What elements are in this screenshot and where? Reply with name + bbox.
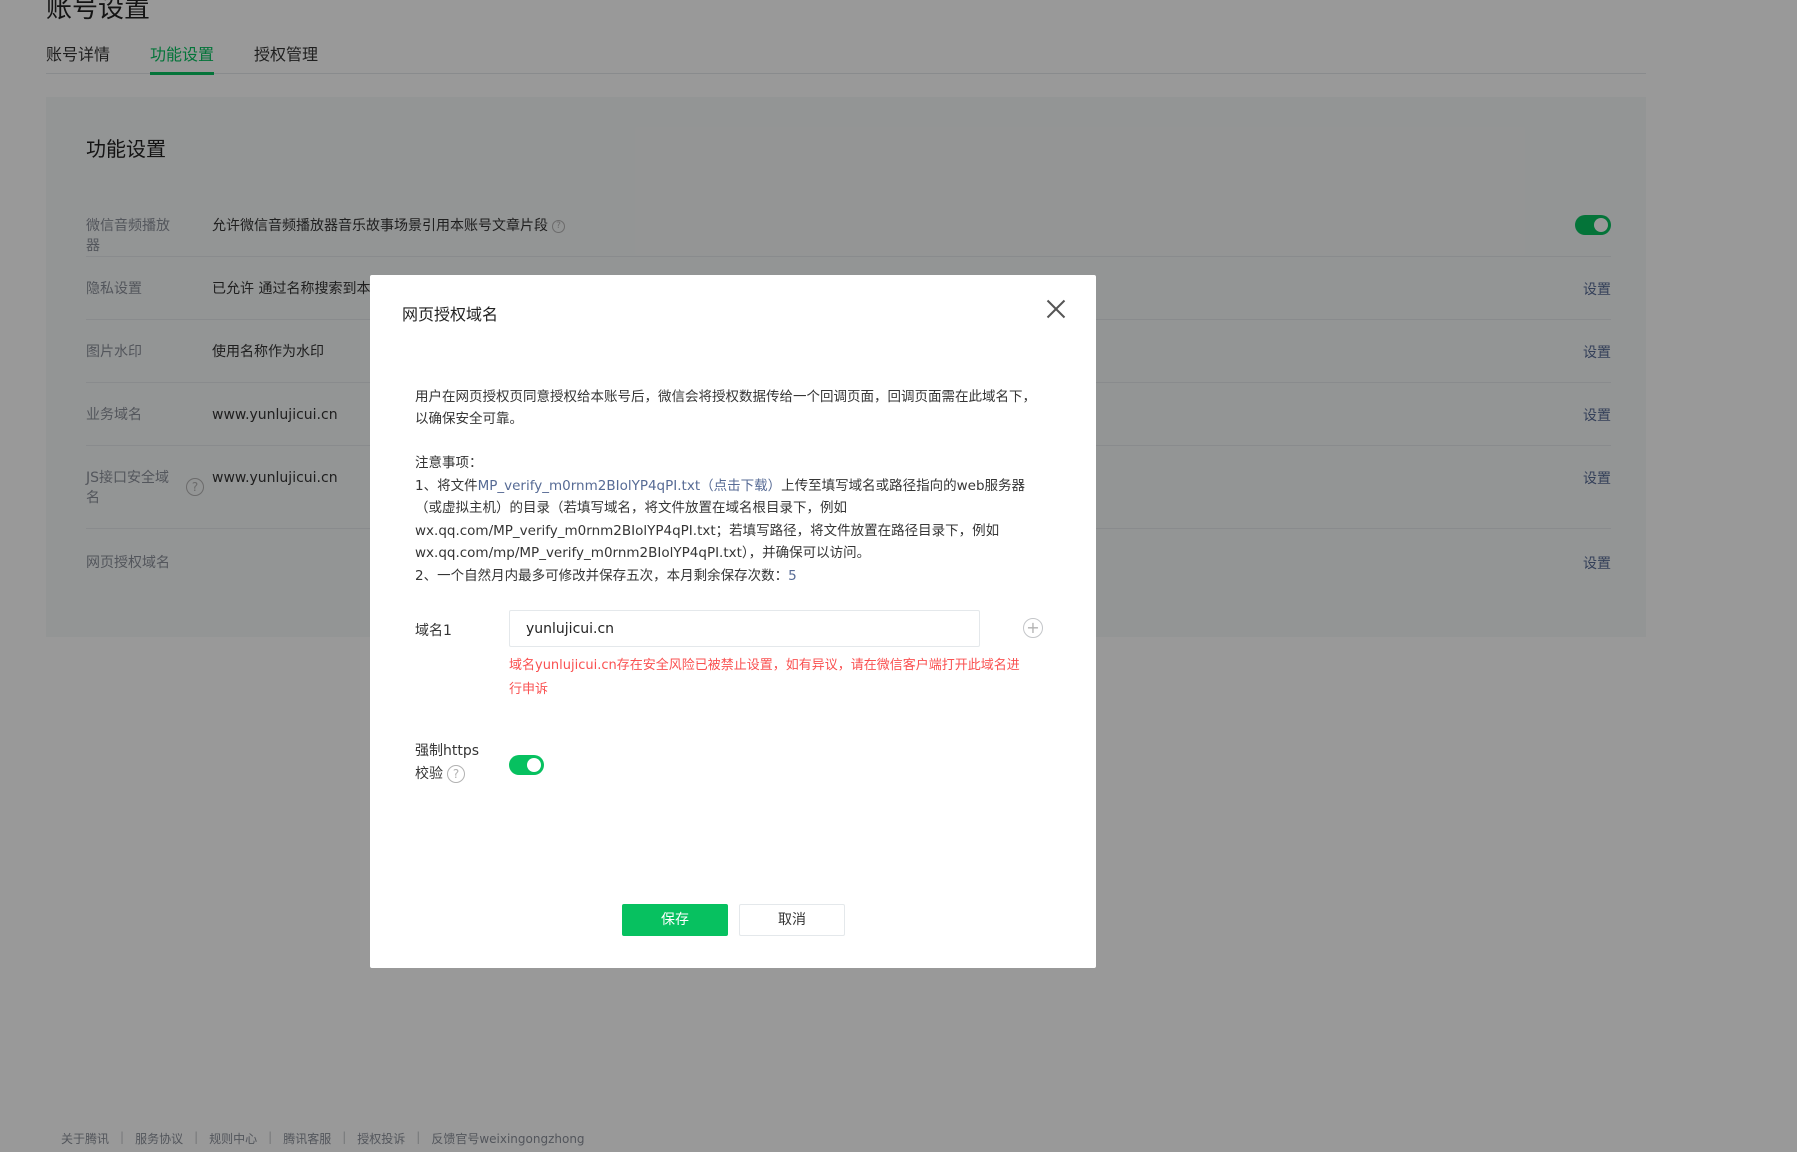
dialog-notes: 注意事项： 1、将文件MP_verify_m0rnm2BIolYP4qPI.tx… bbox=[415, 452, 1045, 587]
domain-error-message: 域名yunlujicui.cn存在安全风险已被禁止设置，如有异议，请在微信客户端… bbox=[509, 658, 1020, 697]
domain-field-label: 域名1 bbox=[415, 623, 452, 639]
dialog-title: 网页授权域名 bbox=[402, 305, 499, 324]
oauth-domain-dialog: 网页授权域名 用户在网页授权页同意授权给本账号后，微信会将授权数据传给一个回调页… bbox=[370, 275, 1096, 968]
https-label-line2: 校验 bbox=[415, 766, 443, 782]
https-label-line2-wrap: 校验? bbox=[415, 763, 479, 786]
note-item-1: 1、将文件MP_verify_m0rnm2BIolYP4qPI.txt（点击下载… bbox=[415, 475, 1045, 565]
remaining-count: 5 bbox=[788, 567, 797, 584]
notes-title: 注意事项： bbox=[415, 455, 483, 471]
https-label-line1: 强制https bbox=[415, 743, 480, 759]
domain-input[interactable] bbox=[509, 610, 980, 647]
save-button[interactable]: 保存 bbox=[622, 904, 728, 936]
https-label: 强制https 校验? bbox=[415, 740, 479, 786]
note1-prefix: 1、将文件 bbox=[415, 477, 478, 494]
dialog-description: 用户在网页授权页同意授权给本账号后，微信会将授权数据传给一个回调页面，回调页面需… bbox=[415, 389, 1036, 427]
https-toggle[interactable] bbox=[509, 755, 544, 775]
cancel-button[interactable]: 取消 bbox=[739, 904, 845, 936]
add-domain-icon[interactable]: + bbox=[1023, 618, 1043, 638]
close-icon[interactable] bbox=[1045, 298, 1067, 320]
verify-file-download-link[interactable]: MP_verify_m0rnm2BIolYP4qPI.txt（点击下载） bbox=[478, 478, 782, 494]
note-item-2: 2、一个自然月内最多可修改并保存五次，本月剩余保存次数：5 bbox=[415, 565, 1045, 588]
note2-prefix: 2、一个自然月内最多可修改并保存五次，本月剩余保存次数： bbox=[415, 567, 789, 584]
help-icon[interactable]: ? bbox=[447, 765, 465, 783]
